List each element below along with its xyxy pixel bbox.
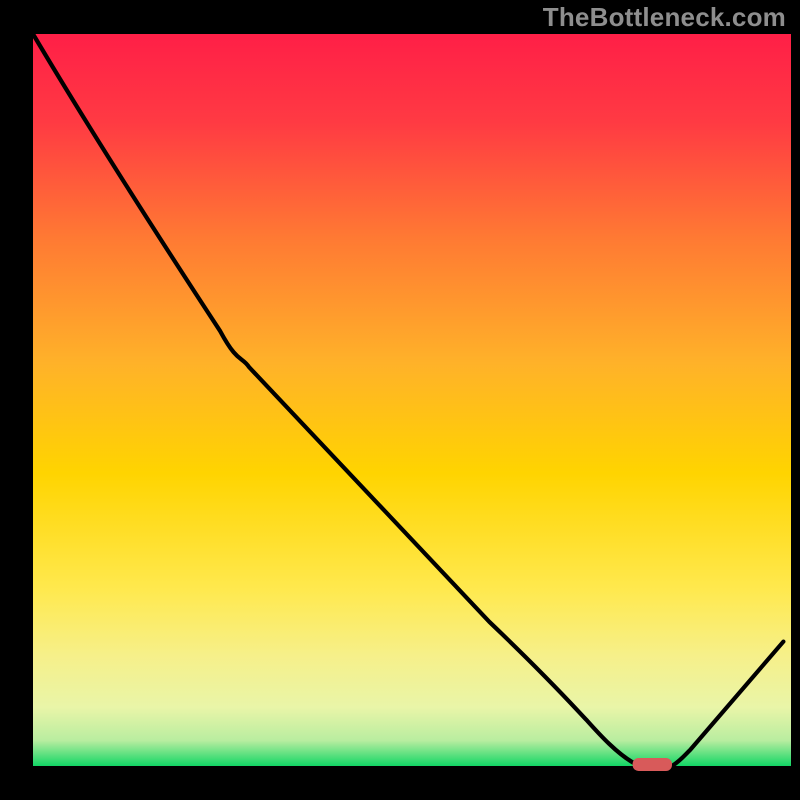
right-edge-bar bbox=[791, 0, 800, 800]
y-axis-bar bbox=[0, 0, 33, 800]
chart-svg bbox=[0, 0, 800, 800]
plot-gradient-bg bbox=[33, 34, 791, 766]
chart-root: { "watermark": "TheBottleneck.com", "cha… bbox=[0, 0, 800, 800]
x-axis-bar bbox=[0, 766, 800, 800]
optimal-range-marker bbox=[633, 758, 672, 771]
watermark-text: TheBottleneck.com bbox=[543, 2, 786, 33]
